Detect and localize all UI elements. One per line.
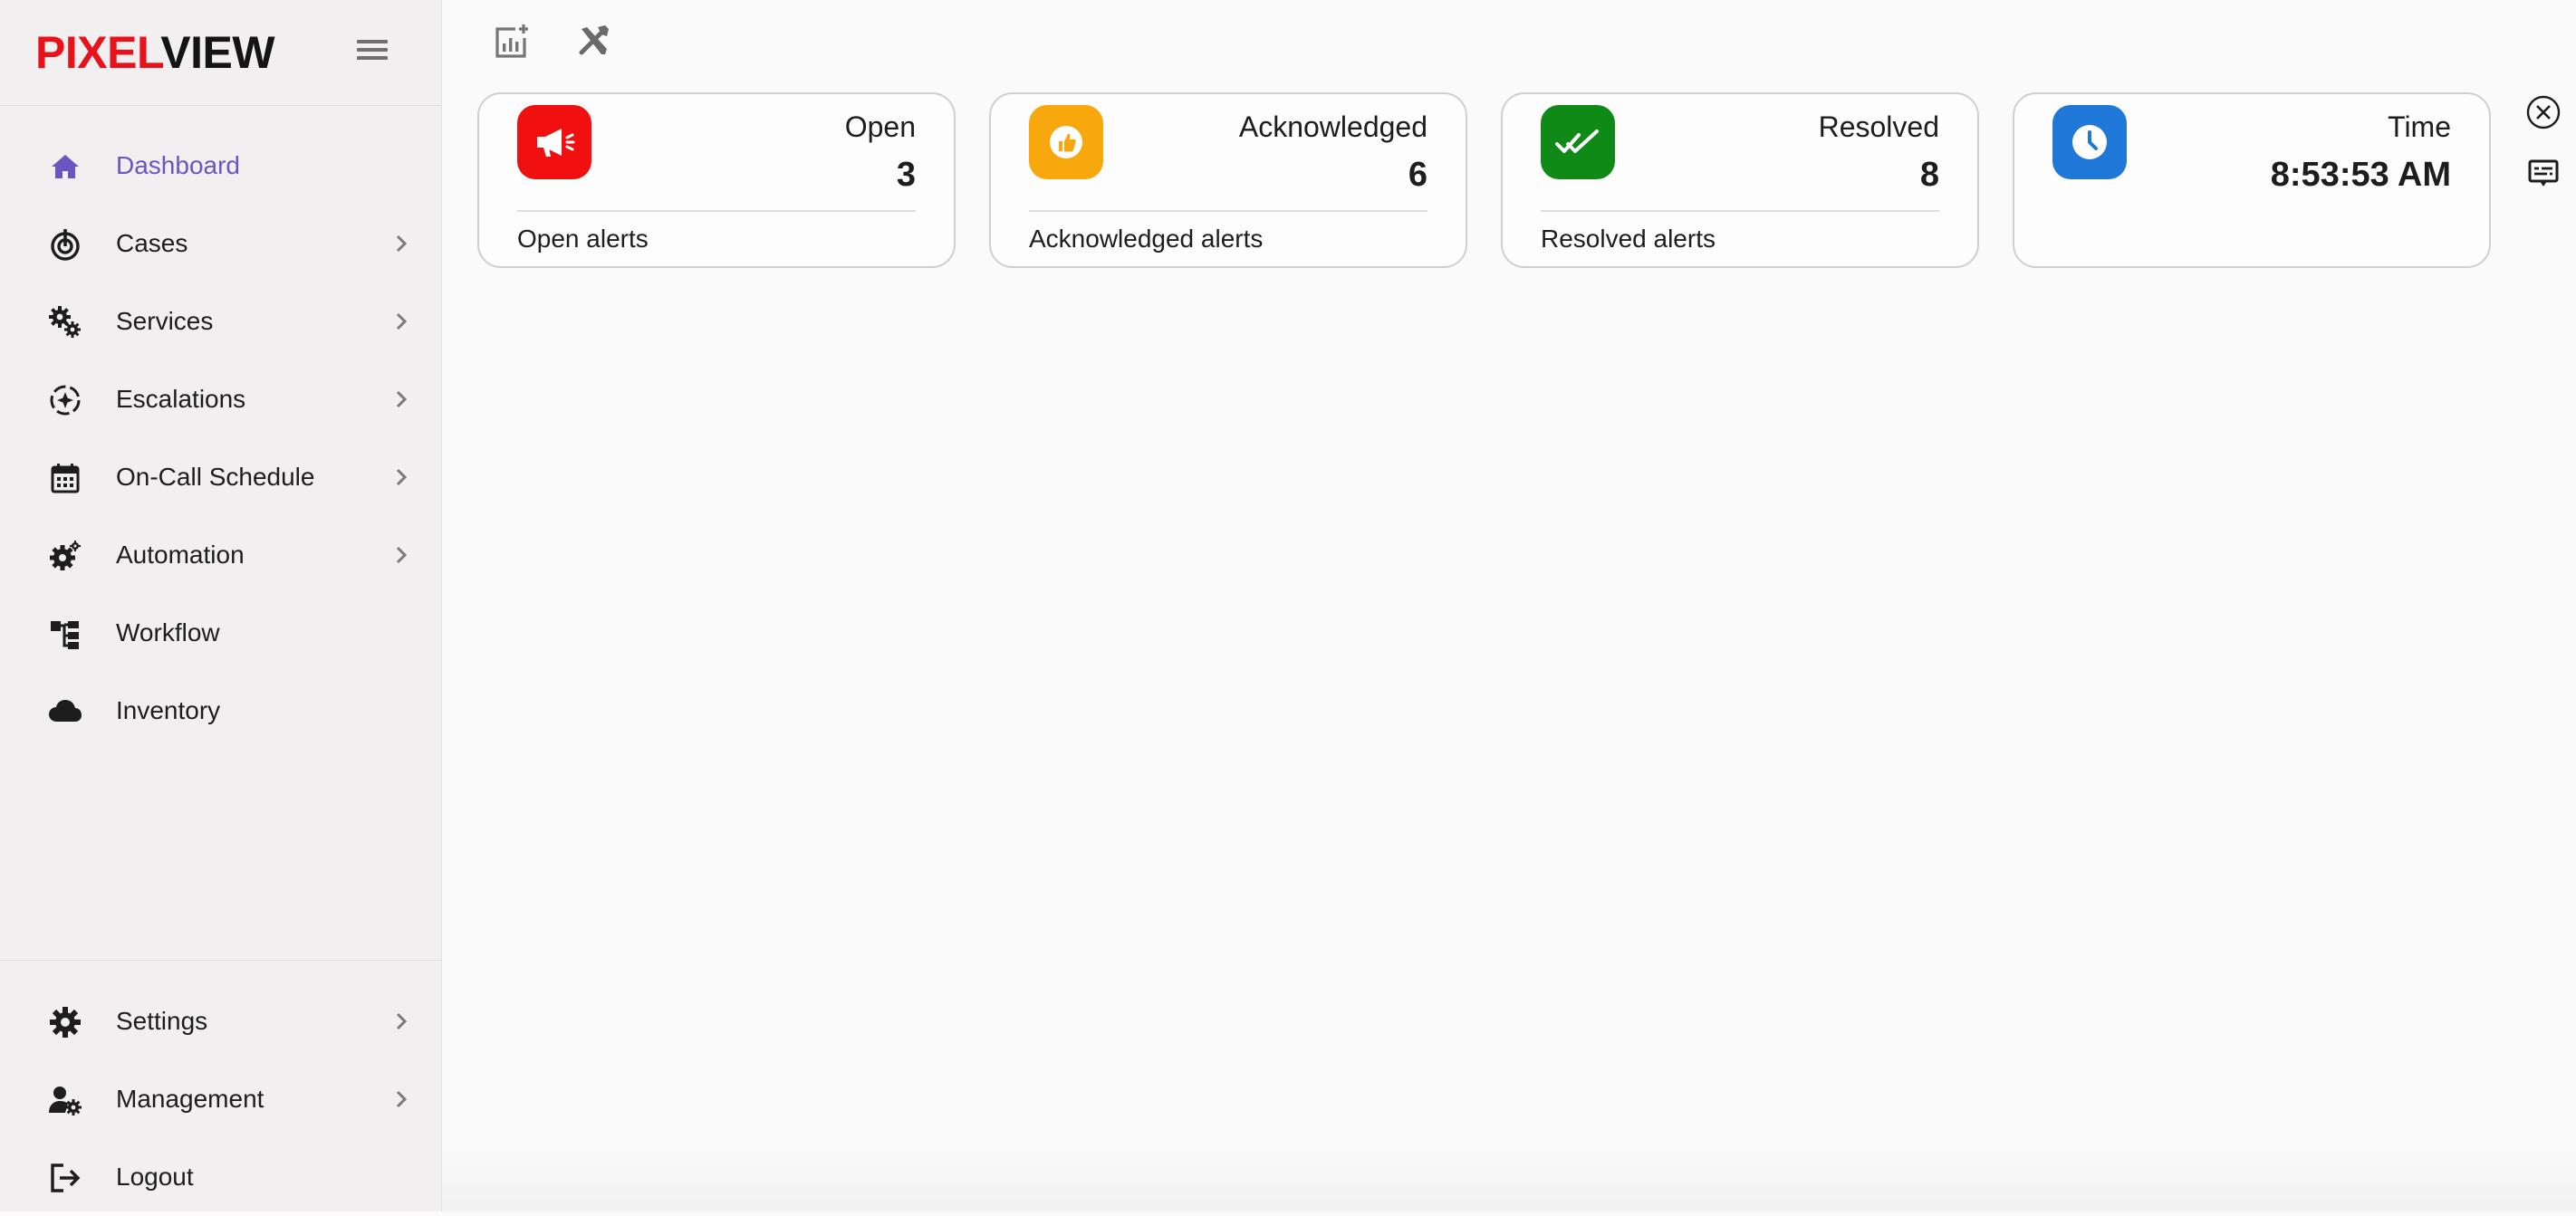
chevron-right-icon xyxy=(389,1087,413,1111)
chevron-right-icon xyxy=(389,1010,413,1033)
sidebar-item-on-call-schedule[interactable]: On-Call Schedule xyxy=(0,438,442,516)
logo-part-pixel: PIXEL xyxy=(35,27,160,78)
sidebar-item-label: Automation xyxy=(116,538,245,572)
chevron-right-icon xyxy=(389,388,413,411)
card-footer: Resolved alerts xyxy=(1541,223,1716,255)
sidebar-item-cases[interactable]: Cases xyxy=(0,205,442,282)
sidebar-item-services[interactable]: Services xyxy=(0,282,442,360)
sidebar-item-label: Escalations xyxy=(116,382,245,417)
card-value: 6 xyxy=(1408,154,1427,196)
time-card[interactable]: Time 8:53:53 AM xyxy=(2013,92,2491,268)
sidebar-item-label: Services xyxy=(116,304,213,339)
chevron-right-icon xyxy=(389,310,413,333)
resolved-alerts-card[interactable]: Resolved 8 Resolved alerts xyxy=(1501,92,1979,268)
add-chart-icon[interactable] xyxy=(492,22,532,62)
sidebar-item-label: Management xyxy=(116,1082,264,1116)
close-circle-icon[interactable] xyxy=(2525,94,2562,130)
sidebar-item-escalations[interactable]: Escalations xyxy=(0,360,442,438)
chevron-right-icon xyxy=(389,232,413,255)
thumbs-up-icon xyxy=(1029,105,1103,179)
sidebar-divider xyxy=(0,960,442,961)
card-divider xyxy=(1029,210,1427,212)
sidebar-item-label: Settings xyxy=(116,1004,207,1039)
calendar-icon xyxy=(47,460,83,496)
sidebar-item-automation[interactable]: Automation xyxy=(0,516,442,594)
sidebar-main-nav: Dashboard Cases Services xyxy=(0,127,442,750)
sidebar-item-logout[interactable]: Logout xyxy=(0,1138,442,1216)
card-divider xyxy=(1541,210,1939,212)
escalation-icon xyxy=(47,382,83,418)
sidebar-item-label: Workflow xyxy=(116,616,220,650)
sidebar-item-workflow[interactable]: Workflow xyxy=(0,594,442,672)
megaphone-icon xyxy=(517,105,591,179)
open-alerts-card[interactable]: Open 3 Open alerts xyxy=(477,92,956,268)
double-check-icon xyxy=(1541,105,1615,179)
card-value: 3 xyxy=(897,154,916,196)
sidebar-item-label: Logout xyxy=(116,1160,194,1194)
hamburger-icon[interactable] xyxy=(357,40,388,65)
chevron-right-icon xyxy=(389,543,413,567)
bottom-shadow xyxy=(442,1148,2576,1211)
gears-icon xyxy=(47,304,83,340)
settings-icon xyxy=(47,1004,83,1040)
card-footer: Open alerts xyxy=(517,223,649,255)
card-title: Open xyxy=(845,109,916,145)
gear-cog-icon xyxy=(47,538,83,574)
logo-part-view: VIEW xyxy=(160,27,274,78)
clock-value: 8:53:53 AM xyxy=(2271,154,2451,196)
target-icon xyxy=(47,226,83,263)
chevron-right-icon xyxy=(389,465,413,489)
sidebar-item-label: Dashboard xyxy=(116,148,240,183)
card-divider xyxy=(517,210,916,212)
workflow-icon xyxy=(47,616,83,652)
clock-icon xyxy=(2052,105,2127,179)
sidebar-item-label: Inventory xyxy=(116,694,220,728)
card-title: Time xyxy=(2388,109,2451,145)
sidebar-item-dashboard[interactable]: Dashboard xyxy=(0,127,442,205)
sidebar-item-management[interactable]: Management xyxy=(0,1060,442,1138)
acknowledged-alerts-card[interactable]: Acknowledged 6 Acknowledged alerts xyxy=(989,92,1467,268)
card-value: 8 xyxy=(1920,154,1939,196)
sidebar: PIXELVIEW Dashboard Cases xyxy=(0,0,442,1211)
card-title: Acknowledged xyxy=(1239,109,1427,145)
app-logo[interactable]: PIXELVIEW xyxy=(35,25,274,80)
cloud-icon xyxy=(47,694,83,730)
sidebar-item-label: On-Call Schedule xyxy=(116,460,314,494)
home-icon xyxy=(47,148,83,185)
logout-icon xyxy=(47,1160,83,1196)
card-title: Resolved xyxy=(1819,109,1939,145)
user-gear-icon xyxy=(47,1082,83,1118)
tools-icon[interactable] xyxy=(574,22,614,62)
sidebar-item-inventory[interactable]: Inventory xyxy=(0,672,442,750)
sidebar-item-label: Cases xyxy=(116,226,187,261)
brand-header: PIXELVIEW xyxy=(0,0,441,106)
subtitles-icon[interactable] xyxy=(2525,156,2562,192)
sidebar-item-settings[interactable]: Settings xyxy=(0,982,442,1060)
sidebar-bottom-nav: Settings Management xyxy=(0,982,442,1216)
card-footer: Acknowledged alerts xyxy=(1029,223,1263,255)
